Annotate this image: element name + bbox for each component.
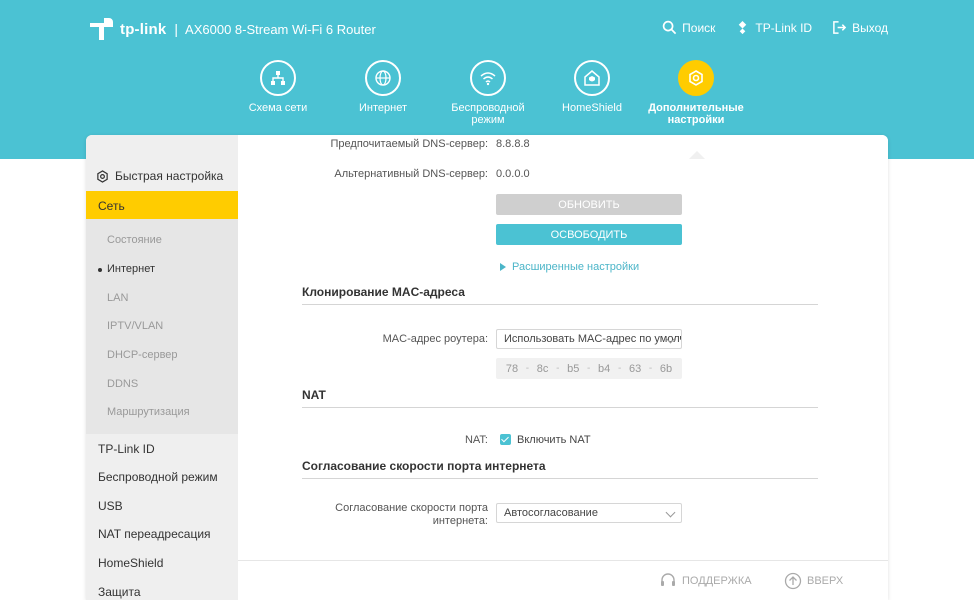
top-actions: Поиск TP-Link ID Выход [662, 20, 888, 35]
port-speed-label: Согласование скорости порта интернета: [278, 502, 488, 528]
sidebar-item-internet[interactable]: Интернет [98, 263, 155, 275]
mac-address-field: 78 - 8c - b5 - b4 - 63 - 6b [496, 358, 682, 379]
arrow-up-circle-icon [784, 572, 802, 590]
logout-button[interactable]: Выход [832, 20, 888, 35]
sidebar-section-network[interactable]: Сеть [86, 191, 238, 219]
mac-octet: 6b [659, 362, 673, 375]
dns-primary-value: 8.8.8.8 [496, 138, 530, 150]
nav-label-network-map: Схема сети [248, 102, 308, 114]
port-speed-label-line1: Согласование скорости порта [335, 502, 488, 514]
sidebar-item-security[interactable]: Защита [98, 585, 141, 599]
mac-address-label: MAC-адрес роутера: [382, 333, 488, 345]
nav-homeshield[interactable]: HomeShield [542, 60, 642, 114]
nat-label: NAT: [464, 434, 488, 446]
wifi-icon [470, 60, 506, 96]
refresh-button[interactable]: ОБНОВИТЬ [496, 194, 682, 215]
mac-separator: - [556, 363, 560, 374]
footer-bar: ПОДДЕРЖКА ВВЕРХ [238, 560, 888, 600]
mac-clone-title: Клонирование MAC-адреса [302, 285, 465, 299]
mac-separator: - [525, 363, 530, 374]
nat-checkbox[interactable] [500, 434, 511, 445]
dns-secondary-label: Альтернативный DNS-сервер: [334, 168, 488, 180]
port-speed-select[interactable]: Автосогласование [496, 503, 682, 523]
port-speed-title: Согласование скорости порта интернета [302, 459, 546, 473]
tplink-logo[interactable]: tp-link | AX6000 8-Stream Wi-Fi 6 Router [86, 14, 376, 44]
network-map-icon [260, 60, 296, 96]
mac-octet: 63 [628, 362, 642, 375]
nav-advanced[interactable]: Дополнительные настройки [646, 60, 746, 126]
nav-label-internet: Интернет [359, 102, 407, 114]
homeshield-icon [574, 60, 610, 96]
logout-icon [833, 21, 847, 34]
release-button[interactable]: ОСВОБОДИТЬ [496, 224, 682, 245]
nav-label-homeshield: HomeShield [562, 102, 622, 114]
gear-icon [678, 60, 714, 96]
back-to-top-button[interactable]: ВВЕРХ [784, 572, 843, 590]
tplink-logo-icon [90, 18, 113, 40]
mac-address-select[interactable]: Использовать MAC-адрес по умолчанию [496, 329, 682, 349]
port-speed-select-value: Автосогласование [504, 507, 598, 519]
sidebar-item-wireless[interactable]: Беспроводной режим [98, 470, 218, 484]
sidebar-quick-setup[interactable]: Быстрая настройка [96, 169, 223, 183]
mac-address-select-value: Использовать MAC-адрес по умолчанию [504, 333, 681, 345]
headset-icon [661, 573, 675, 586]
tplink-id-icon [739, 20, 747, 35]
quick-setup-label: Быстрая настройка [115, 169, 224, 183]
sidebar-item-tplink-id[interactable]: TP-Link ID [98, 442, 155, 456]
tplink-id-label: TP-Link ID [755, 20, 813, 35]
sidebar-item-usb[interactable]: USB [98, 499, 123, 513]
logout-label: Выход [852, 20, 888, 35]
chevron-down-icon [665, 507, 676, 518]
globe-icon [365, 60, 401, 96]
sidebar-item-dhcp[interactable]: DHCP-сервер [107, 349, 178, 361]
support-button[interactable]: ПОДДЕРЖКА [659, 572, 752, 590]
main-content: Предпочитаемый DNS-сервер: 8.8.8.8 Альте… [238, 135, 888, 560]
sidebar-item-nat-forwarding[interactable]: NAT переадресация [98, 527, 211, 541]
brand-name: tp-link [120, 20, 167, 38]
search-icon [662, 20, 677, 35]
sidebar-item-status[interactable]: Состояние [107, 234, 162, 246]
nav-internet[interactable]: Интернет [333, 60, 433, 114]
settings-card: Быстрая настройка Сеть Состояние Интерне… [86, 135, 888, 600]
model-name: AX6000 8-Stream Wi-Fi 6 Router [185, 21, 376, 37]
port-speed-divider [302, 478, 818, 479]
sidebar-item-lan[interactable]: LAN [107, 292, 128, 304]
sidebar: Быстрая настройка Сеть Состояние Интерне… [86, 135, 238, 600]
back-to-top-label: ВВЕРХ [807, 575, 844, 587]
nav-label-wireless: Беспроводной режим [451, 102, 525, 126]
nav-label-advanced: Дополнительные настройки [648, 102, 744, 126]
port-speed-label-line2: интернета: [432, 515, 488, 527]
mac-clone-divider [302, 304, 818, 305]
sidebar-item-routing[interactable]: Маршрутизация [107, 406, 190, 418]
quick-setup-icon [97, 169, 108, 183]
mac-octet: b4 [598, 362, 611, 375]
support-label: ПОДДЕРЖКА [682, 575, 752, 587]
sidebar-item-ddns[interactable]: DDNS [107, 378, 138, 390]
mac-separator: - [587, 363, 591, 374]
dns-primary-label: Предпочитаемый DNS-сервер: [330, 138, 488, 150]
expand-triangle-icon [500, 263, 506, 271]
nav-network-map[interactable]: Схема сети [228, 60, 328, 114]
search-label: Поиск [682, 20, 716, 35]
nat-divider [302, 407, 818, 408]
tplink-id-button[interactable]: TP-Link ID [735, 20, 812, 35]
mac-separator: - [617, 363, 622, 374]
search-button[interactable]: Поиск [662, 20, 715, 35]
mac-octet: 8c [536, 362, 549, 375]
mac-octet: b5 [567, 362, 580, 375]
advanced-settings-link[interactable]: Расширенные настройки [500, 261, 639, 273]
advanced-settings-label: Расширенные настройки [512, 261, 640, 273]
mac-separator: - [648, 363, 653, 374]
nav-wireless[interactable]: Беспроводной режим [438, 60, 538, 126]
sidebar-subgroup: Состояние Интернет LAN IPTV/VLAN DHCP-се… [86, 219, 238, 434]
nat-title: NAT [302, 388, 326, 402]
sidebar-item-homeshield[interactable]: HomeShield [98, 556, 163, 570]
brand-separator: | [174, 21, 179, 37]
nav-active-pointer [689, 151, 705, 159]
dns-secondary-value: 0.0.0.0 [496, 168, 530, 180]
mac-octet: 78 [505, 362, 519, 375]
sidebar-item-iptv[interactable]: IPTV/VLAN [107, 320, 163, 332]
nat-checkbox-label[interactable]: Включить NAT [517, 434, 591, 446]
